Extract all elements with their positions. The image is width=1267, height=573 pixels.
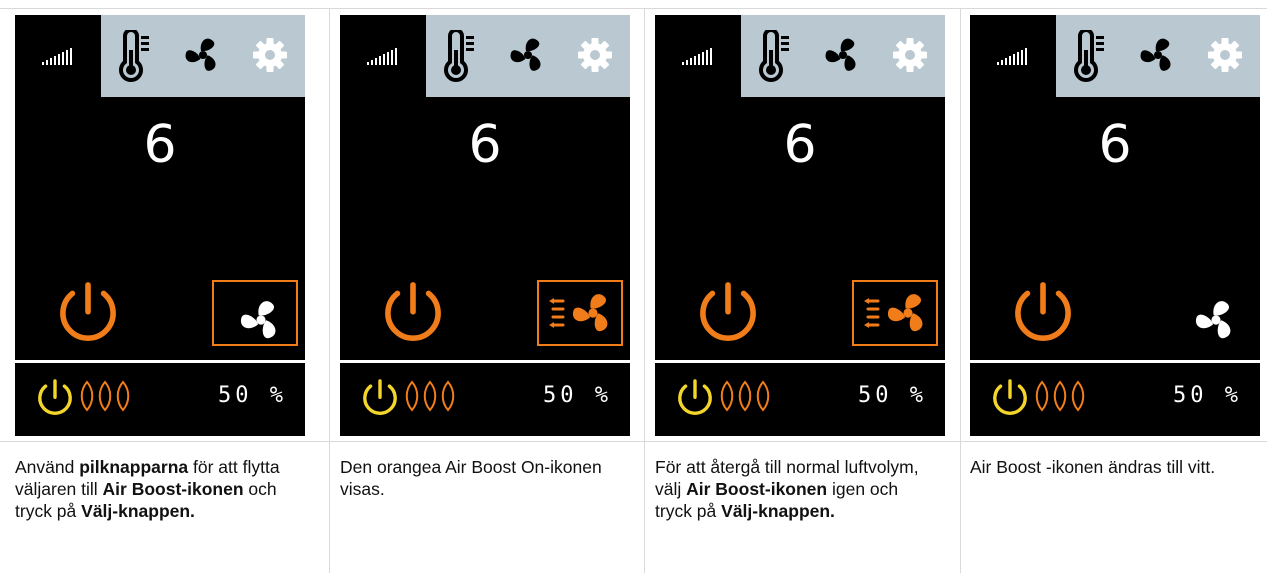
air-boost-icon[interactable] — [239, 298, 283, 342]
device-screen: 6 50 % — [655, 15, 945, 436]
power-icon[interactable] — [1010, 280, 1076, 346]
signal-bars-icon — [682, 48, 712, 65]
step-caption: För att återgå till normal luftvolym, vä… — [655, 456, 935, 522]
caption-bold: pilknapparna — [79, 457, 189, 477]
power-icon[interactable] — [675, 378, 715, 418]
caption-bold: Air Boost-ikonen — [102, 479, 244, 499]
fan-icon[interactable] — [183, 35, 223, 75]
thermometer-icon[interactable] — [1072, 30, 1106, 82]
caption-bold: Air Boost-ikonen — [686, 479, 828, 499]
top-menu-bar — [970, 15, 1260, 97]
thermometer-icon[interactable] — [117, 30, 151, 82]
power-icon[interactable] — [695, 280, 761, 346]
top-menu-bar — [15, 15, 305, 97]
device-screen: 6 50 % — [15, 15, 305, 436]
step-panel-4: 6 50 % Air Boost -ikonen ändras till vit… — [960, 0, 1260, 573]
power-icon[interactable] — [360, 378, 400, 418]
fan-icon[interactable] — [1138, 35, 1178, 75]
step-panel-1: 6 50 % Använd pilknapparna för att flytt… — [5, 0, 305, 573]
gear-icon[interactable] — [1207, 37, 1243, 73]
fan-level-value: 6 — [1098, 115, 1132, 175]
status-power — [675, 378, 715, 423]
fan-percent: 50 % — [858, 383, 927, 408]
fan-percent: 50 % — [1173, 383, 1242, 408]
fan-icon[interactable] — [508, 35, 548, 75]
leaf-icons — [720, 381, 770, 411]
fan-level-value: 6 — [468, 115, 502, 175]
power-button[interactable] — [695, 280, 761, 351]
status-bar: 50 % — [970, 363, 1260, 436]
air-boost-icon[interactable] — [860, 291, 938, 337]
step-caption: Den orangea Air Boost On-ikonen visas. — [340, 456, 620, 500]
gear-icon[interactable] — [577, 37, 613, 73]
power-icon[interactable] — [35, 378, 75, 418]
caption-text: Använd — [15, 457, 80, 477]
caption-text: Den orangea Air Boost On-ikonen visas. — [340, 457, 602, 499]
step-panel-3: 6 50 % För att återgå till normal luftvo… — [645, 0, 945, 573]
fan-percent: 50 % — [543, 383, 612, 408]
top-menu-bar — [655, 15, 945, 97]
caption-bold: Välj-knappen. — [721, 501, 835, 521]
gear-icon[interactable] — [892, 37, 928, 73]
power-icon[interactable] — [990, 378, 1030, 418]
power-button[interactable] — [55, 280, 121, 351]
thermometer-icon[interactable] — [757, 30, 791, 82]
device-screen: 6 50 % — [340, 15, 630, 436]
air-boost-icon[interactable] — [1194, 298, 1238, 342]
power-icon[interactable] — [380, 280, 446, 346]
status-power — [35, 378, 75, 423]
leaf-icons — [80, 381, 130, 411]
air-boost-icon[interactable] — [545, 291, 623, 337]
signal-bars-icon — [42, 48, 72, 65]
top-menu-bar — [340, 15, 630, 97]
status-bar: 50 % — [15, 363, 305, 436]
gear-icon[interactable] — [252, 37, 288, 73]
leaf-icons — [405, 381, 455, 411]
step-panel-2: 6 50 % Den orangea Air Boost On-ikonen v… — [330, 0, 630, 573]
status-bar: 50 % — [655, 363, 945, 436]
step-caption: Använd pilknapparna för att flytta välja… — [15, 456, 295, 522]
signal-bars-icon — [367, 48, 397, 65]
step-caption: Air Boost -ikonen ändras till vitt. — [970, 456, 1250, 478]
leaf-icons — [1035, 381, 1085, 411]
fan-level-value: 6 — [783, 115, 817, 175]
device-screen: 6 50 % — [970, 15, 1260, 436]
status-power — [360, 378, 400, 423]
caption-text: Air Boost -ikonen ändras till vitt. — [970, 457, 1216, 477]
caption-bold: Välj-knappen. — [81, 501, 195, 521]
power-button[interactable] — [1010, 280, 1076, 351]
status-bar: 50 % — [340, 363, 630, 436]
thermometer-icon[interactable] — [442, 30, 476, 82]
fan-level-value: 6 — [143, 115, 177, 175]
power-icon[interactable] — [55, 280, 121, 346]
fan-percent: 50 % — [218, 383, 287, 408]
fan-icon[interactable] — [823, 35, 863, 75]
status-power — [990, 378, 1030, 423]
power-button[interactable] — [380, 280, 446, 351]
signal-bars-icon — [997, 48, 1027, 65]
